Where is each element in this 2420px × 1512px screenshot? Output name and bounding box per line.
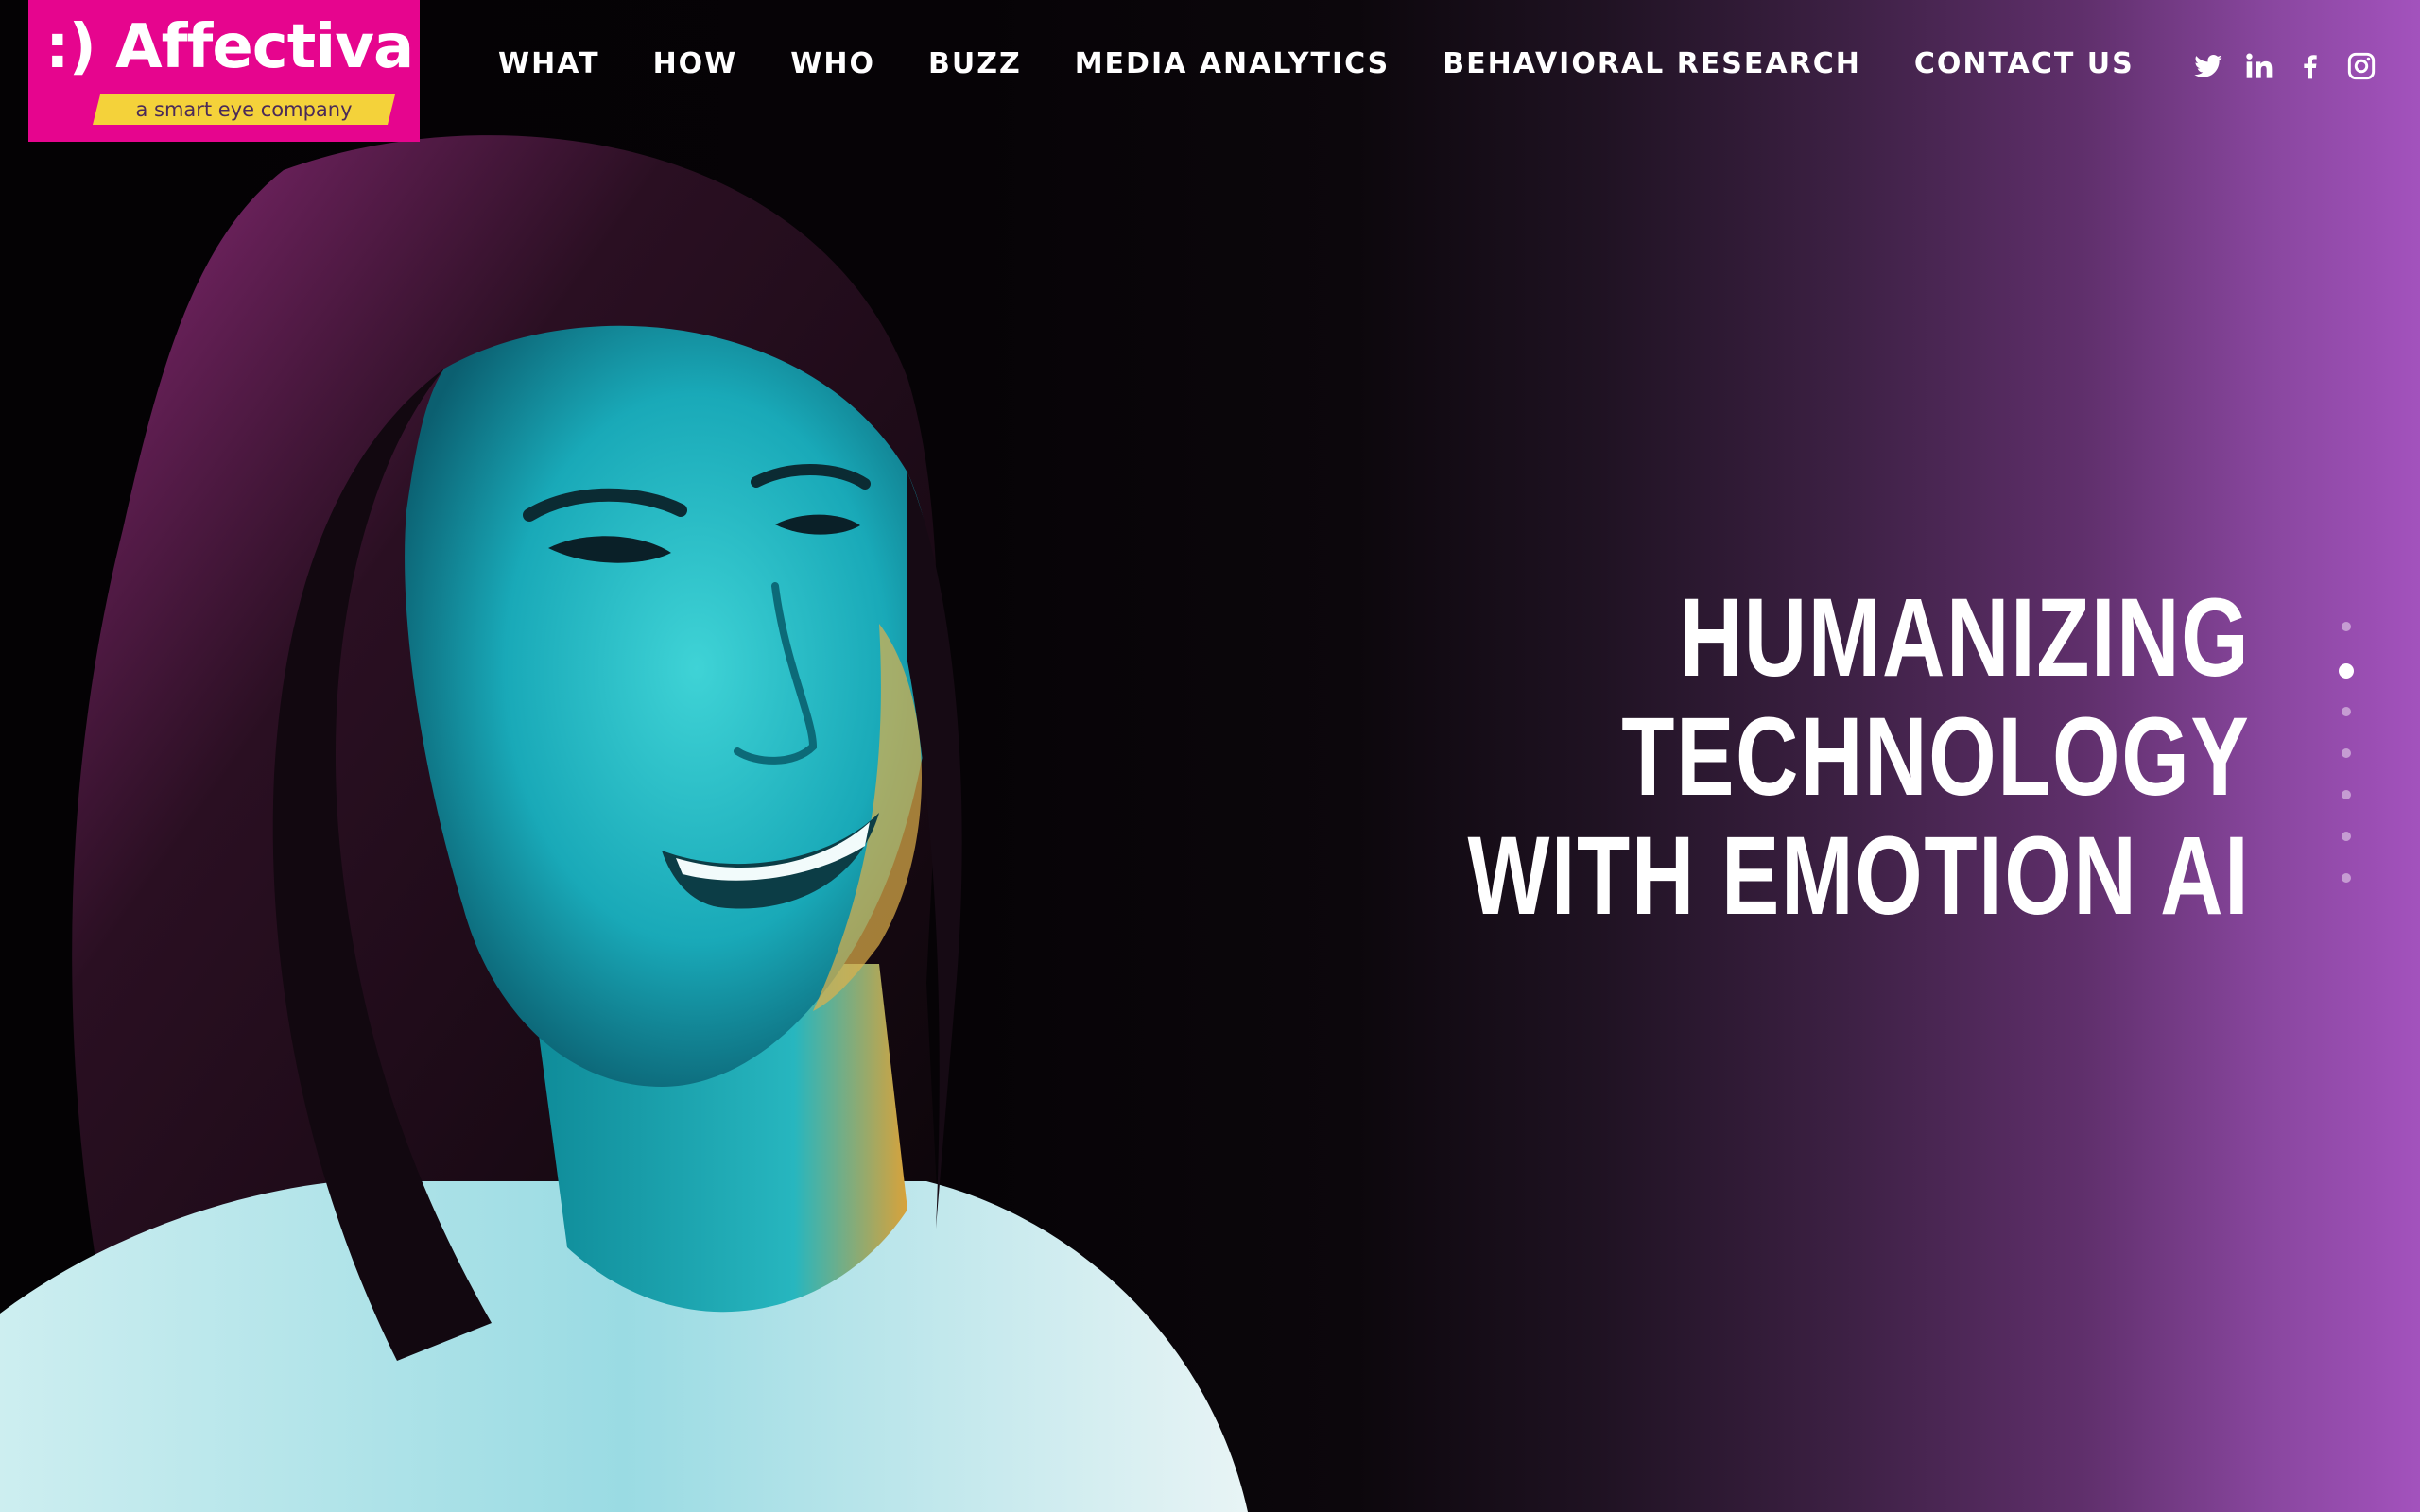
nav-item-contact-us[interactable]: CONTACT US xyxy=(1914,45,2135,83)
logo-tagline: a smart eye company xyxy=(135,98,353,121)
main-nav: WHAT HOW WHO BUZZ MEDIA ANALYTICS BEHAVI… xyxy=(498,45,2187,83)
nav-item-who[interactable]: WHO xyxy=(790,45,875,83)
headline-line-1: HUMANIZING xyxy=(1679,576,2250,700)
nav-item-how[interactable]: HOW xyxy=(653,45,738,83)
logo-wordmark: :) Affectiva xyxy=(45,17,414,77)
headline-line-2: TECHNOLOGY xyxy=(1620,695,2250,819)
hero-headline: HUMANIZING TECHNOLOGY WITH EMOTION AI xyxy=(1467,578,2250,936)
nav-item-buzz[interactable]: BUZZ xyxy=(928,45,1022,83)
hero-photo xyxy=(0,135,1248,1512)
linkedin-icon[interactable] xyxy=(2244,51,2274,81)
slider-dot-4[interactable] xyxy=(2342,748,2351,758)
slider-dot-3[interactable] xyxy=(2342,707,2351,716)
headline-line-3: WITH EMOTION AI xyxy=(1467,814,2250,938)
twitter-icon[interactable] xyxy=(2193,51,2223,81)
slider-dot-6[interactable] xyxy=(2342,832,2351,841)
slider-dot-1[interactable] xyxy=(2342,622,2351,631)
logo-smile: :) xyxy=(45,12,96,82)
slider-dot-5[interactable] xyxy=(2342,790,2351,799)
social-links xyxy=(2193,51,2377,81)
page: :) Affectiva a smart eye company WHAT HO… xyxy=(0,0,2420,1512)
instagram-icon[interactable] xyxy=(2346,51,2377,81)
nav-item-media-analytics[interactable]: MEDIA ANALYTICS xyxy=(1075,45,1391,83)
slider-dot-2-active[interactable] xyxy=(2339,663,2354,679)
slider-dot-7[interactable] xyxy=(2342,873,2351,883)
facebook-icon[interactable] xyxy=(2295,51,2325,81)
logo-name: Affectiva xyxy=(115,12,414,82)
nav-item-behavioral-research[interactable]: BEHAVIORAL RESEARCH xyxy=(1443,45,1861,83)
affectiva-logo[interactable]: :) Affectiva a smart eye company xyxy=(28,0,420,142)
logo-tagline-badge: a smart eye company xyxy=(93,94,395,125)
slider-pagination xyxy=(2339,622,2354,915)
nav-item-what[interactable]: WHAT xyxy=(498,45,600,83)
